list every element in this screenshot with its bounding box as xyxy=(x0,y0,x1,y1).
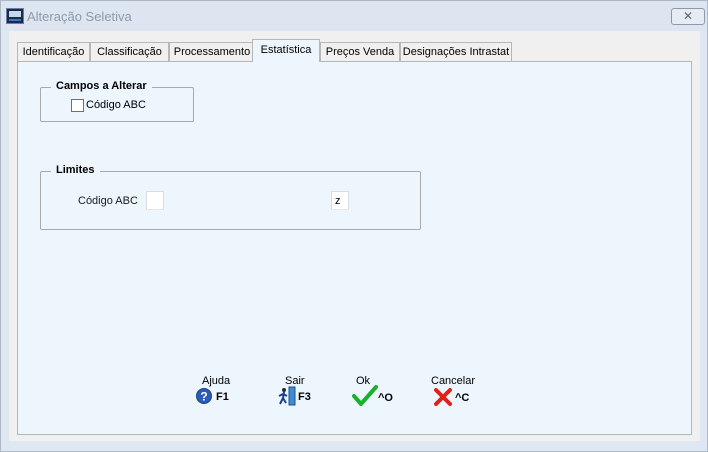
title-bar: Alteração Seletiva ✕ xyxy=(1,1,707,31)
codigo-abc-from-input[interactable] xyxy=(146,191,164,210)
codigo-abc-checkbox[interactable] xyxy=(71,99,84,112)
window-title: Alteração Seletiva xyxy=(27,9,132,24)
limites-codigo-abc-label: Código ABC xyxy=(78,195,138,207)
tab-identificacao[interactable]: Identificação xyxy=(17,42,90,61)
exit-f3-button[interactable]: Sair F3 xyxy=(273,375,318,409)
close-button[interactable]: ✕ xyxy=(671,8,705,25)
cancel-key: ^C xyxy=(455,392,470,404)
cancel-x-icon xyxy=(434,388,452,406)
limites-group: Limites Código ABC z xyxy=(40,164,421,230)
svg-text:?: ? xyxy=(200,390,207,404)
campos-a-alterar-legend: Campos a Alterar xyxy=(51,80,152,92)
tab-classificacao[interactable]: Classificação xyxy=(90,42,169,61)
window: Alteração Seletiva ✕ Identificação Class… xyxy=(0,0,708,452)
codigo-abc-checkbox-label[interactable]: Código ABC xyxy=(86,99,146,111)
tab-processamento[interactable]: Processamento xyxy=(169,42,255,61)
limites-legend: Limites xyxy=(51,164,100,176)
tab-estatistica[interactable]: Estatística xyxy=(252,39,320,62)
app-icon xyxy=(6,8,24,24)
tab-precos-venda[interactable]: Preços Venda xyxy=(320,42,400,61)
codigo-abc-to-input[interactable]: z xyxy=(331,191,349,210)
ok-button[interactable]: Ok ^O xyxy=(352,375,402,409)
help-key: F1 xyxy=(216,391,229,403)
campos-a-alterar-group: Campos a Alterar Código ABC xyxy=(40,80,194,122)
help-icon: ? xyxy=(196,388,212,404)
help-f1-button[interactable]: Ajuda ? F1 xyxy=(194,375,239,409)
tab-panel-estatistica: Campos a Alterar Código ABC Limites Códi… xyxy=(17,61,692,435)
client-area: Identificação Classificação Processament… xyxy=(9,31,700,441)
exit-icon xyxy=(278,386,296,406)
cancel-caption: Cancelar xyxy=(431,375,476,387)
help-caption: Ajuda xyxy=(202,375,231,387)
exit-key: F3 xyxy=(298,391,311,403)
cancel-button[interactable]: Cancelar ^C xyxy=(431,375,483,409)
tab-designacoes-intrastat[interactable]: Designações Intrastat xyxy=(400,42,512,61)
ok-key: ^O xyxy=(378,392,393,404)
checkmark-icon xyxy=(352,385,378,406)
